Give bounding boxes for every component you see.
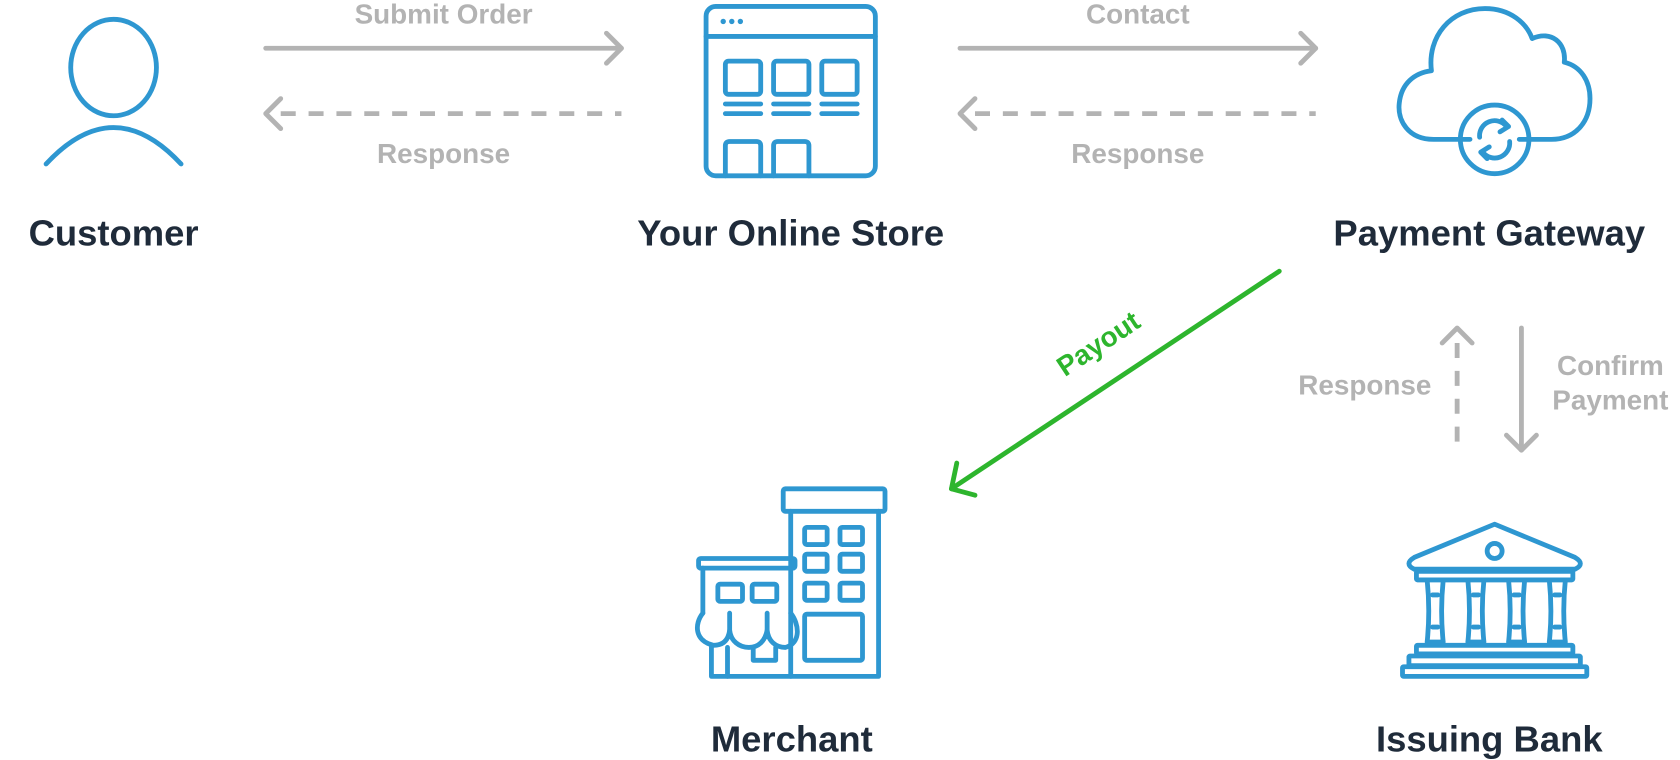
merchant-label: Merchant — [711, 718, 873, 759]
payout-edge: Payout — [949, 268, 1282, 498]
arrow-up-icon — [1439, 325, 1475, 346]
bank-node: Issuing Bank — [1376, 521, 1603, 759]
gateway-response-label: Response — [1071, 138, 1204, 169]
payout-line — [949, 268, 1282, 492]
bank-icon — [1400, 521, 1590, 679]
confirm-payment-edge: Confirm Payment — [1504, 325, 1668, 453]
gateway-node: Payment Gateway — [1333, 6, 1646, 253]
gateway-response-edge: Response — [957, 96, 1316, 169]
submit-order-edge: Submit Order — [263, 0, 624, 66]
arrow-left-icon — [957, 96, 978, 132]
customer-node: Customer — [29, 16, 199, 253]
cloud-sync-icon — [1396, 6, 1593, 177]
merchant-node: Merchant — [694, 486, 888, 759]
store-response-label: Response — [377, 138, 510, 169]
confirm-payment-label-line1: Confirm — [1557, 350, 1664, 381]
bank-label: Issuing Bank — [1376, 718, 1603, 759]
person-icon — [43, 16, 184, 167]
submit-order-label: Submit Order — [355, 0, 533, 30]
gateway-label: Payment Gateway — [1333, 212, 1645, 253]
bank-response-label: Response — [1298, 369, 1431, 400]
confirm-payment-label-line2: Payment — [1552, 384, 1668, 415]
contact-label: Contact — [1086, 0, 1190, 30]
buildings-icon — [694, 486, 888, 679]
contact-edge: Contact — [957, 0, 1319, 66]
arrow-left-icon — [263, 96, 284, 132]
store-label: Your Online Store — [637, 212, 944, 253]
browser-store-icon — [703, 4, 878, 179]
bank-response-edge: Response — [1298, 325, 1475, 449]
payment-flow-diagram: Customer Submit Order Response Your Onli… — [29, 0, 1669, 759]
customer-label: Customer — [29, 212, 199, 253]
store-response-edge: Response — [263, 96, 622, 169]
store-node: Your Online Store — [637, 4, 944, 253]
